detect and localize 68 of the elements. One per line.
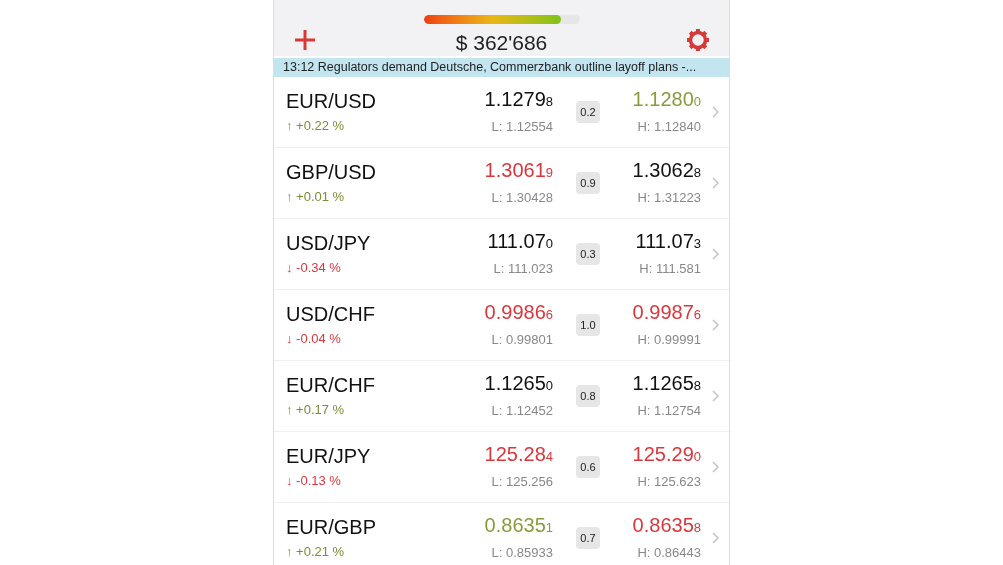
high-price: H: 1.12840 [637,118,701,136]
quote-row[interactable]: USD/CHF ↓ -0.04 % 0.99866 L: 0.99801 1.0 0.99876 H: 0.99991 [274,289,729,361]
spread-badge: 0.6 [576,455,600,478]
spread-badge: 0.9 [576,171,600,194]
chevron-icon [712,531,719,544]
spread-badge: 0.3 [576,242,600,265]
daily-change: ↑ +0.01 % [286,187,346,206]
price: 111.073 [635,229,701,254]
high-price: H: 1.31223 [637,189,701,207]
price: 0.86358 [632,513,701,538]
quote-row[interactable]: EUR/CHF ↑ +0.17 % 1.12650 L: 1.12452 0.8 1.12658 H: 1.12754 [274,360,729,432]
daily-change: ↑ +0.22 % [286,116,346,135]
spread-badge: 0.2 [576,100,600,123]
price: 125.284 [484,442,553,467]
spread-badge: 0.7 [576,526,600,549]
account-balance: $ 362'686 [455,31,548,55]
chevron-icon [712,318,719,331]
quote-row[interactable]: EUR/GBP ↑ +0.21 % 0.86351 L: 0.85933 0.7 0.86358 H: 0.86443 [274,502,729,565]
price: 0.99866 [484,300,553,325]
currency-pair: USD/CHF [286,301,376,326]
price: 111.070 [487,229,553,254]
price: 1.12800 [632,87,701,112]
price: 1.12658 [632,371,701,396]
daily-change: ↓ -0.04 % [286,329,342,348]
low-price: L: 125.256 [491,473,553,491]
spread-badge: 1.0 [576,313,600,336]
chevron-icon [712,105,719,118]
chevron-icon [712,389,719,402]
high-price: H: 1.12754 [637,402,701,420]
quote-row[interactable]: USD/JPY ↓ -0.34 % 111.070 L: 111.023 0.3 111.073 H: 111.581 [274,218,729,290]
chevron-icon [712,176,719,189]
price: 1.12650 [484,371,553,396]
daily-change: ↓ -0.13 % [286,471,342,490]
low-price: L: 0.99801 [491,331,553,349]
high-price: H: 0.86443 [637,544,701,562]
quote-row[interactable]: EUR/USD ↑ +0.22 % 1.12798 L: 1.12554 0.2 1.12800 H: 1.12840 [274,76,729,148]
low-price: L: 1.30428 [491,189,553,207]
settings-button[interactable] [686,28,710,52]
price: 125.290 [632,442,701,467]
settings-icon [686,28,710,52]
daily-change: ↑ +0.17 % [286,400,346,419]
high-price: H: 111.581 [639,260,701,278]
quote-row[interactable]: GBP/USD ↑ +0.01 % 1.30619 L: 1.30428 0.9 1.30628 H: 1.31223 [274,147,729,219]
spread-badge: 0.8 [576,384,600,407]
currency-pair: EUR/USD [286,88,377,113]
chevron-icon [712,247,719,260]
high-price: H: 0.99991 [637,331,701,349]
low-price: L: 111.023 [493,260,553,278]
low-price: L: 1.12452 [491,402,553,420]
add-button[interactable] [293,28,317,52]
chevron-icon [712,460,719,473]
currency-pair: EUR/GBP [286,514,378,539]
low-price: L: 1.12554 [491,118,553,136]
currency-pair: EUR/JPY [286,443,372,468]
low-price: L: 0.85933 [491,544,553,562]
currency-pair: EUR/CHF [286,372,376,397]
daily-change: ↓ -0.34 % [286,258,342,277]
price: 0.99876 [632,300,701,325]
price: 0.86351 [484,513,553,538]
price: 1.30628 [632,158,701,183]
daily-change: ↑ +0.21 % [286,542,346,561]
price: 1.12798 [484,87,553,112]
currency-pair: GBP/USD [286,159,378,184]
price: 1.30619 [484,158,553,183]
plus-icon [293,28,317,52]
currency-pair: USD/JPY [286,230,372,255]
high-price: H: 125.623 [637,473,701,491]
quote-row[interactable]: EUR/JPY ↓ -0.13 % 125.284 L: 125.256 0.6 125.290 H: 125.623 [274,431,729,503]
